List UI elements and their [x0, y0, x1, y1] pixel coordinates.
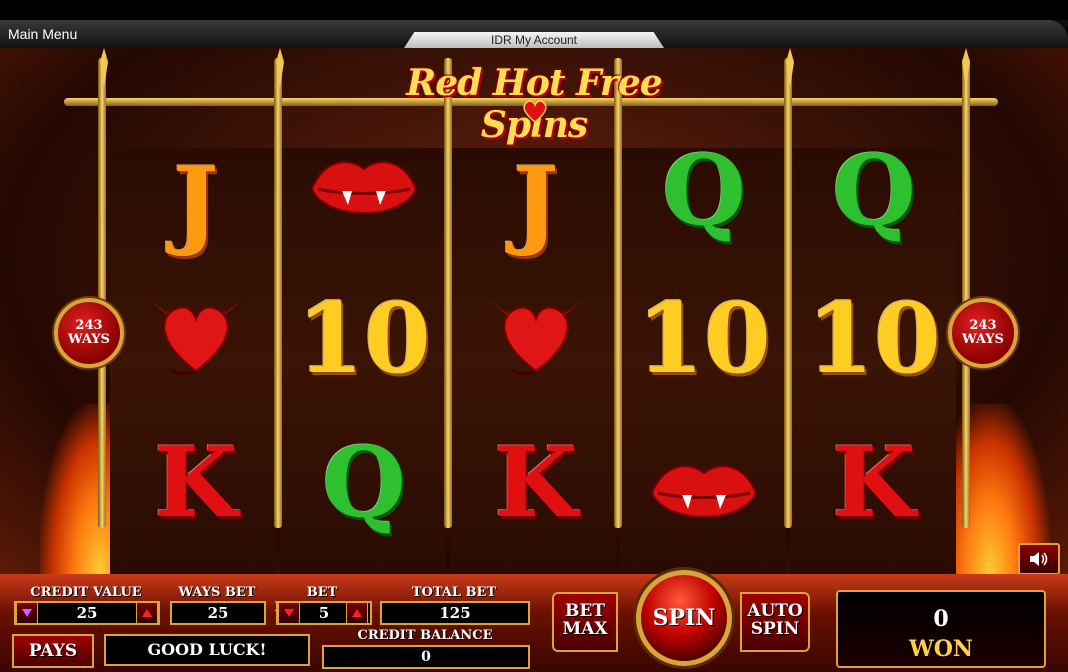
symbol-label: 10: [637, 282, 771, 395]
arrow-up-icon: [142, 609, 152, 617]
devil-heart-icon: [148, 299, 244, 376]
credit-balance-label: Credit Balance: [357, 628, 493, 643]
reel-divider-post: [784, 58, 792, 528]
reel-divider-post: [962, 58, 970, 528]
fleur-finial-icon: [962, 48, 970, 88]
symbol-label: Q: [662, 134, 746, 247]
credit-value-text: 25: [76, 604, 98, 622]
game-area: Red Hot Free Spins J K 10 Q J K Q 10 Q 1…: [0, 48, 1068, 574]
fleur-finial-icon: [786, 48, 794, 88]
status-message: GOOD LUCK!: [104, 634, 310, 666]
bet-max-label-line2: MAX: [562, 619, 608, 639]
auto-spin-button[interactable]: AUTO SPIN: [740, 592, 810, 652]
speaker-icon: [1030, 552, 1048, 566]
bet-max-button[interactable]: BET MAX: [552, 592, 618, 652]
symbol-label: K: [832, 426, 916, 539]
credit-value-decrease-button[interactable]: [16, 602, 38, 624]
symbol-label: J: [513, 146, 559, 259]
credit-value-increase-button[interactable]: [136, 602, 158, 624]
symbol-queen: Q: [304, 428, 424, 538]
total-bet-display: 125: [380, 601, 530, 625]
symbol-label: Q: [322, 426, 406, 539]
pays-button[interactable]: PAYS: [12, 634, 94, 668]
symbol-king: K: [476, 428, 596, 538]
total-bet-label: Total Bet: [411, 585, 497, 600]
won-display: 0 WON: [836, 590, 1046, 668]
vampire-lips-icon: [310, 161, 418, 214]
auto-spin-label-line2: SPIN: [750, 619, 800, 639]
ways-badge-left: 243 WAYS: [54, 298, 124, 368]
top-strip: [0, 0, 1068, 20]
spin-button[interactable]: SPIN: [636, 570, 732, 666]
ways-badge-right: 243 WAYS: [948, 298, 1018, 368]
fleur-finial-icon: [276, 48, 284, 88]
symbol-king: K: [814, 428, 934, 538]
symbol-ten: 10: [807, 284, 941, 394]
won-amount: 0: [933, 606, 949, 632]
bet-multiplier-decrease-button[interactable]: [278, 602, 300, 624]
symbol-queen: Q: [644, 136, 764, 246]
symbol-ten: 10: [297, 284, 431, 394]
vampire-lips-icon: [650, 465, 758, 518]
bet-max-label-line1: BET: [565, 601, 605, 621]
symbol-lips: [304, 134, 424, 244]
symbol-ten: 10: [637, 284, 771, 394]
credit-balance-display: 0: [322, 645, 530, 669]
symbol-queen: Q: [814, 136, 934, 246]
credit-value-label: Credit Value: [30, 585, 142, 600]
symbol-label: 10: [297, 282, 431, 395]
my-account-tab[interactable]: IDR My Account: [404, 32, 664, 48]
symbol-devil-heart: [476, 274, 596, 384]
symbol-label: K: [494, 426, 578, 539]
symbol-label: J: [173, 146, 219, 259]
fleur-finial-icon: [100, 48, 108, 88]
heart-icon: [523, 100, 547, 123]
symbol-king: K: [136, 428, 256, 538]
symbol-label: Q: [832, 134, 916, 247]
ways-bet-label: Ways Bet: [178, 585, 256, 600]
bet-multiplier-text: 5: [318, 604, 330, 622]
devil-heart-icon: [488, 299, 584, 376]
won-label: WON: [909, 636, 973, 662]
symbol-label: 10: [807, 282, 941, 395]
bet-multiplier-increase-button[interactable]: [346, 602, 368, 624]
main-menu-link[interactable]: Main Menu: [8, 26, 77, 42]
symbol-jack: J: [136, 148, 256, 258]
game-logo: Red Hot Free Spins: [350, 56, 718, 146]
sound-toggle-button[interactable]: [1018, 543, 1060, 575]
symbol-devil-heart: [136, 274, 256, 384]
symbol-label: K: [154, 426, 238, 539]
reel-divider-post: [274, 58, 282, 528]
reel-divider-post: [98, 58, 106, 528]
arrow-up-icon: [352, 609, 362, 617]
arrow-down-icon: [284, 609, 294, 617]
symbol-jack: J: [476, 148, 596, 258]
auto-spin-label-line1: AUTO: [747, 601, 803, 621]
arrow-down-icon: [22, 609, 32, 617]
symbol-lips: [644, 438, 764, 548]
ways-bet-display: 25: [170, 601, 266, 625]
